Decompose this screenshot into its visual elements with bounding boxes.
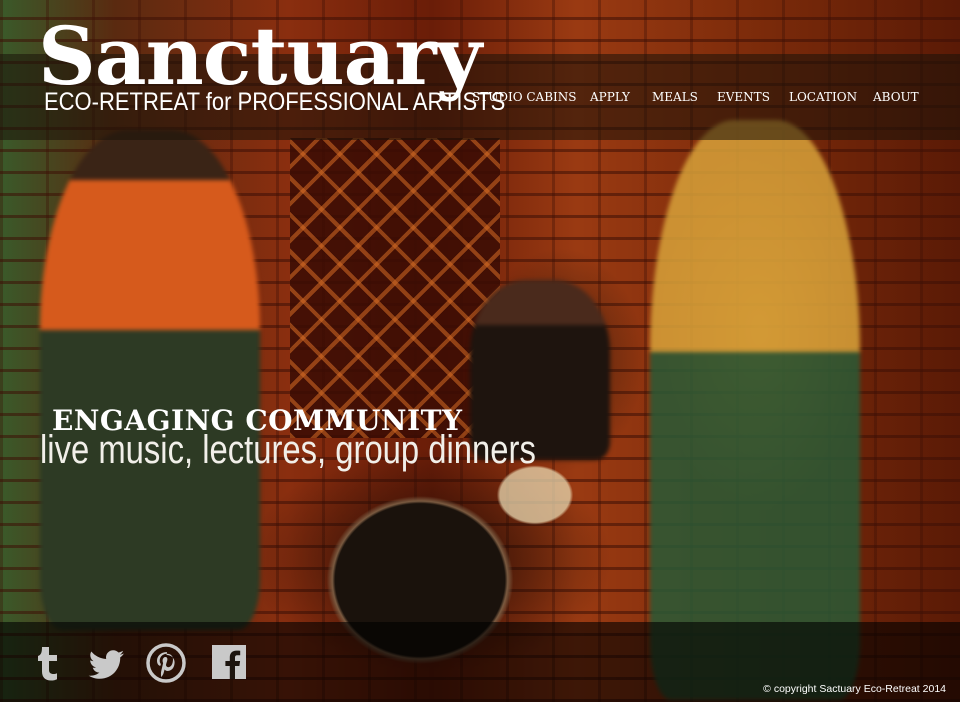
nav-item-location[interactable]: LOCATION xyxy=(789,90,857,104)
background-lattice xyxy=(290,138,500,438)
nav-item-studio-cabins[interactable]: STUDIO CABINS xyxy=(472,90,576,104)
pinterest-icon[interactable] xyxy=(146,643,186,683)
hero-subheading: live music, lectures, group dinners xyxy=(40,428,536,472)
twitter-icon[interactable] xyxy=(86,643,126,683)
site-tagline: ECO-RETREAT for PROFESSIONAL ARTISTS xyxy=(44,88,506,116)
background-guitarist-left xyxy=(40,130,260,630)
nav-item-about[interactable]: ABOUT xyxy=(873,90,919,104)
background-guitarist-right xyxy=(650,120,860,700)
site-logo-title[interactable]: Sanctuary xyxy=(38,12,482,100)
nav-item-apply[interactable]: APPLY xyxy=(590,90,630,104)
tumblr-icon[interactable] xyxy=(28,643,68,683)
nav-item-events[interactable]: EVENTS xyxy=(717,90,770,104)
nav-item-meals[interactable]: MEALS xyxy=(652,90,698,104)
copyright-text: © copyright Sactuary Eco-Retreat 2014 xyxy=(763,683,946,695)
facebook-icon[interactable] xyxy=(210,643,250,683)
